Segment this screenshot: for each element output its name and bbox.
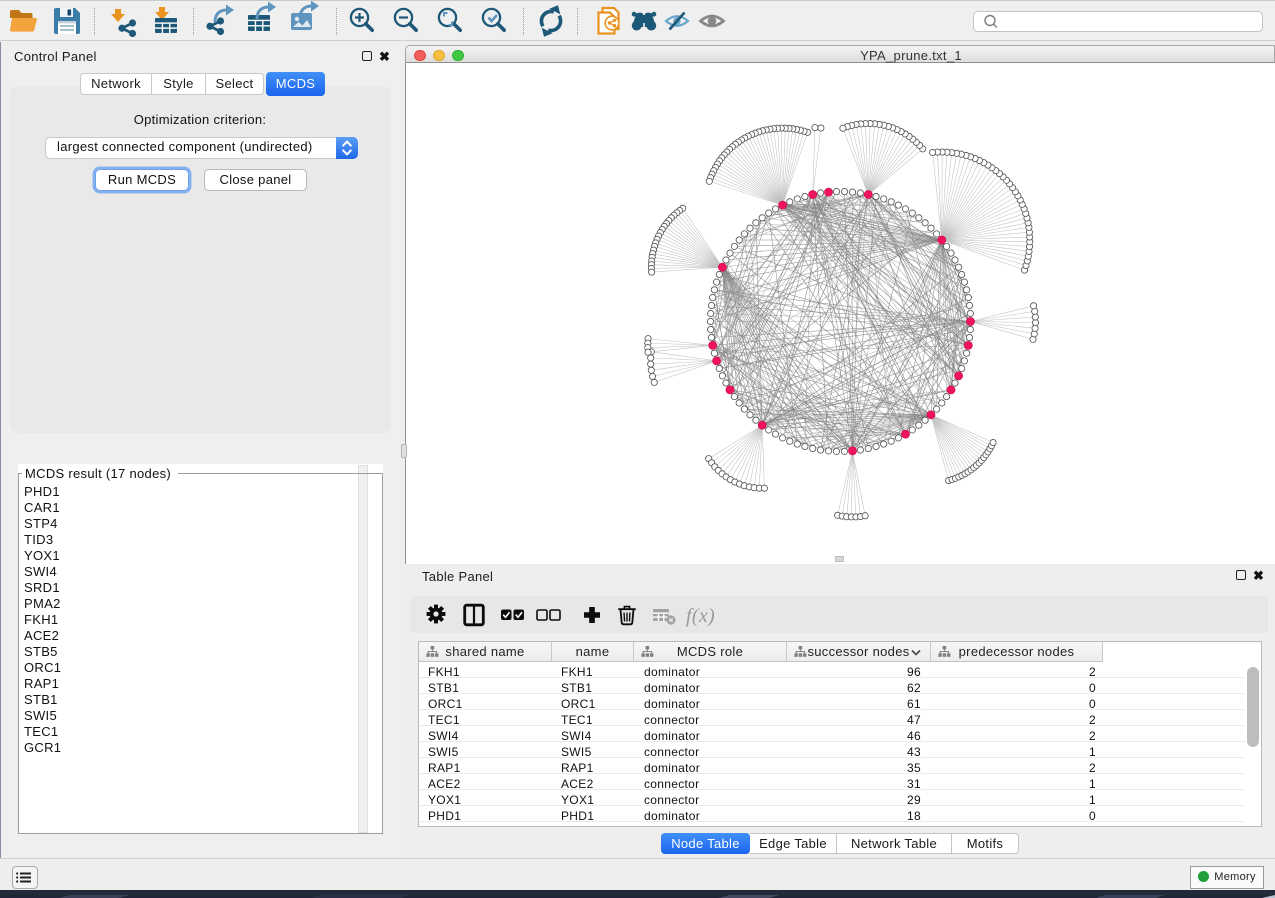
svg-text:f(x): f(x) <box>686 605 715 627</box>
